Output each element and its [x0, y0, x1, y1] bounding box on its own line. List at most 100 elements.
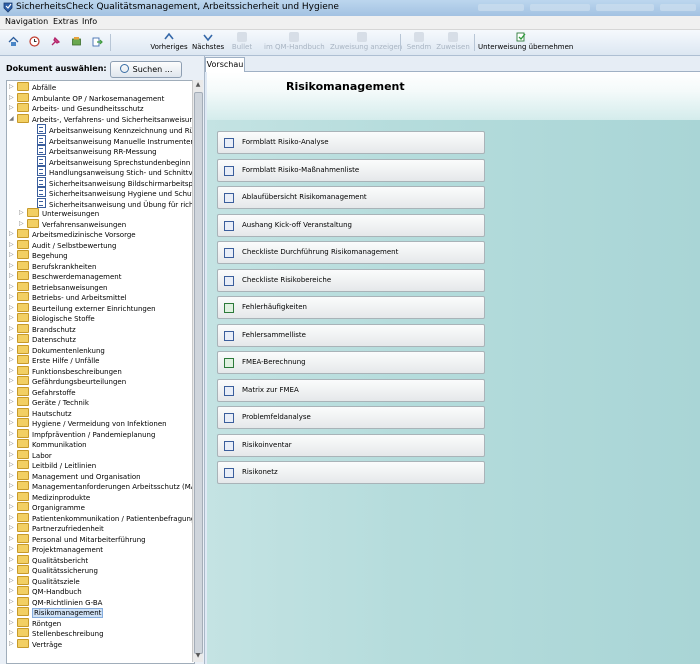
expand-arrow-icon[interactable]: ▷: [9, 282, 17, 292]
expand-arrow-icon[interactable]: ▷: [19, 219, 27, 229]
expand-arrow-icon[interactable]: ▷: [9, 492, 17, 502]
document-button[interactable]: Problemfeldanalyse: [217, 406, 485, 429]
tree-folder-item[interactable]: ▷ QM-Richtlinien G-BA: [9, 596, 102, 607]
expand-arrow-icon[interactable]: ▷: [9, 418, 17, 428]
expand-arrow-icon[interactable]: ▷: [9, 639, 17, 649]
document-button[interactable]: Formblatt Risiko-Maßnahmenliste: [217, 158, 485, 182]
tree-folder-item[interactable]: ▷ Hygiene / Vermeidung von Infektionen: [9, 418, 167, 428]
expand-arrow-icon[interactable]: ▷: [9, 576, 17, 586]
menu-extras[interactable]: Extras: [53, 17, 78, 26]
tree-folder-item[interactable]: ▷ Personal und Mitarbeiterführung: [9, 533, 146, 544]
expand-arrow-icon[interactable]: ▷: [9, 240, 17, 250]
document-button[interactable]: Formblatt Risiko-Analyse: [217, 131, 485, 154]
expand-arrow-icon[interactable]: ▷: [9, 513, 17, 523]
expand-arrow-icon[interactable]: ▷: [9, 250, 17, 260]
expand-arrow-icon[interactable]: ▷: [9, 460, 17, 470]
tree-document-item[interactable]: Arbeitsanweisung Sprechstundenbeginn: [29, 155, 190, 167]
tree-folder-item[interactable]: ▷ Audit / Selbstbewertung: [9, 239, 116, 250]
document-button[interactable]: FMEA-Berechnung: [217, 351, 485, 374]
tree-document-item[interactable]: Sicherheitsanweisung und Übung für richt: [29, 197, 194, 209]
tree-folder-item[interactable]: ▷ Gefährdungsbeurteilungen: [9, 376, 126, 386]
tree-folder-item[interactable]: ▷ Partnerzufriedenheit: [9, 523, 104, 533]
tree-folder-item[interactable]: ▷ Qualitätssicherung: [9, 565, 98, 575]
disabled-toolbar-button[interactable]: im QM-Handbuch: [264, 32, 325, 53]
expand-arrow-icon[interactable]: ▷: [9, 82, 17, 92]
expand-arrow-icon[interactable]: ▷: [9, 261, 17, 271]
expand-arrow-icon[interactable]: ▷: [9, 345, 17, 355]
document-button[interactable]: Matrix zur FMEA: [217, 378, 485, 402]
tree-folder-item[interactable]: ▷ Medizinprodukte: [9, 491, 90, 502]
document-button[interactable]: Fehlerhäufigkeiten: [217, 296, 485, 319]
tree-folder-item[interactable]: ▷ Leitbild / Leitlinien: [9, 460, 96, 470]
next-button[interactable]: Nächstes: [192, 32, 224, 53]
tree-folder-item[interactable]: ▷ Impfprävention / Pandemieplanung: [9, 428, 155, 439]
scroll-down-icon[interactable]: ▼: [194, 652, 202, 661]
tree-folder-item[interactable]: ▷ Kommunikation: [9, 439, 87, 449]
menu-info[interactable]: Info: [82, 17, 97, 26]
expand-arrow-icon[interactable]: ▷: [9, 355, 17, 365]
expand-arrow-icon[interactable]: ▷: [9, 366, 17, 376]
clock-icon[interactable]: [29, 36, 40, 47]
expand-arrow-icon[interactable]: ▷: [9, 376, 17, 386]
tree-folder-item[interactable]: ▷ Qualitätsbericht: [9, 554, 88, 565]
tree-folder-item[interactable]: ▷ Hautschutz: [9, 407, 72, 418]
expand-arrow-icon[interactable]: ▷: [9, 618, 17, 628]
document-button[interactable]: Aushang Kick-off Veranstaltung: [217, 213, 485, 237]
tree-folder-item[interactable]: ▷ Verfahrensanweisungen: [19, 218, 126, 229]
tree-folder-item[interactable]: ▷ Begehung: [9, 250, 68, 260]
expand-arrow-icon[interactable]: ▷: [9, 313, 17, 323]
tree-folder-item[interactable]: ▷ Dokumentenlenkung: [9, 344, 105, 355]
disabled-toolbar-button[interactable]: Bullet: [228, 32, 256, 53]
tree-folder-item[interactable]: ▷ Risikomanagement: [9, 607, 104, 618]
expand-arrow-icon[interactable]: ▷: [9, 334, 17, 344]
tree-folder-item[interactable]: ▷ Röntgen: [9, 617, 61, 628]
collapse-arrow-icon[interactable]: ◢: [9, 114, 17, 124]
scrollbar-thumb[interactable]: [194, 92, 203, 654]
expand-arrow-icon[interactable]: ▷: [9, 93, 17, 103]
tree-folder-item[interactable]: ▷ Organigramme: [9, 502, 85, 512]
tree-folder-item[interactable]: ▷ Managementanforderungen Arbeitsschutz (…: [9, 481, 194, 491]
menu-navigation[interactable]: Navigation: [5, 17, 48, 26]
disabled-toolbar-button[interactable]: Sendm: [406, 32, 432, 53]
tree-document-item[interactable]: Handlungsanweisung Stich- und Schnittve: [29, 166, 194, 177]
expand-arrow-icon[interactable]: ▷: [9, 303, 17, 313]
tree-folder-item[interactable]: ▷ Biologische Stoffe: [9, 313, 95, 323]
document-button[interactable]: Checkliste Risikobereiche: [217, 268, 485, 292]
tree-folder-item[interactable]: ▷ Arbeits- und Gesundheitsschutz: [9, 103, 144, 113]
tree-document-item[interactable]: Sicherheitsanweisung Hygiene und Schutz: [29, 187, 194, 198]
expand-arrow-icon[interactable]: ▷: [9, 628, 17, 638]
tree-folder-item[interactable]: ▷ Beschwerdemanagement: [9, 271, 121, 281]
tree-scrollbar[interactable]: ▲ ▼: [192, 80, 203, 662]
disabled-toolbar-button[interactable]: Zuweisung anzeigen: [330, 32, 402, 53]
adopt-instruction-button[interactable]: Unterweisung übernehmen: [478, 32, 573, 53]
expand-arrow-icon[interactable]: ▷: [9, 523, 17, 533]
tab-preview[interactable]: Vorschau: [205, 57, 245, 72]
expand-arrow-icon[interactable]: ▷: [9, 103, 17, 113]
tree-document-item[interactable]: Arbeitsanweisung RR-Messung: [29, 145, 157, 156]
expand-arrow-icon[interactable]: ▷: [9, 439, 17, 449]
tree-document-item[interactable]: Arbeitsanweisung Kennzeichnung und Rü: [29, 124, 194, 135]
previous-button[interactable]: Vorheriges: [150, 32, 188, 53]
tree-folder-item[interactable]: ▷ Patientenkommunikation / Patientenbefra…: [9, 512, 194, 523]
tree-folder-item[interactable]: ▷ Stellenbeschreibung: [9, 628, 104, 638]
export-icon[interactable]: [92, 36, 103, 47]
document-button[interactable]: Ablaufübersicht Risikomanagement: [217, 186, 485, 209]
expand-arrow-icon[interactable]: ▷: [9, 597, 17, 607]
tools-icon[interactable]: [71, 36, 82, 47]
expand-arrow-icon[interactable]: ▷: [9, 555, 17, 565]
tree-folder-item[interactable]: ▷ Arbeitsmedizinische Vorsorge: [9, 229, 136, 239]
tree-folder-item[interactable]: ▷ Ambulante OP / Narkosemanagement: [9, 92, 164, 103]
home-icon[interactable]: [8, 36, 19, 47]
tree-folder-item[interactable]: ▷ Projektmanagement: [9, 544, 103, 554]
expand-arrow-icon[interactable]: ▷: [9, 502, 17, 512]
tree-folder-item[interactable]: ▷ Abfälle: [9, 82, 56, 92]
search-button[interactable]: Suchen ...: [110, 61, 182, 78]
expand-arrow-icon[interactable]: ▷: [9, 534, 17, 544]
document-button[interactable]: Risikonetz: [217, 461, 485, 484]
expand-arrow-icon[interactable]: ▷: [9, 397, 17, 407]
tree-folder-item[interactable]: ▷ Datenschutz: [9, 334, 76, 344]
expand-arrow-icon[interactable]: ▷: [9, 429, 17, 439]
pin-icon[interactable]: [50, 36, 61, 47]
expand-arrow-icon[interactable]: ▷: [19, 208, 27, 218]
expand-arrow-icon[interactable]: ▷: [9, 271, 17, 281]
